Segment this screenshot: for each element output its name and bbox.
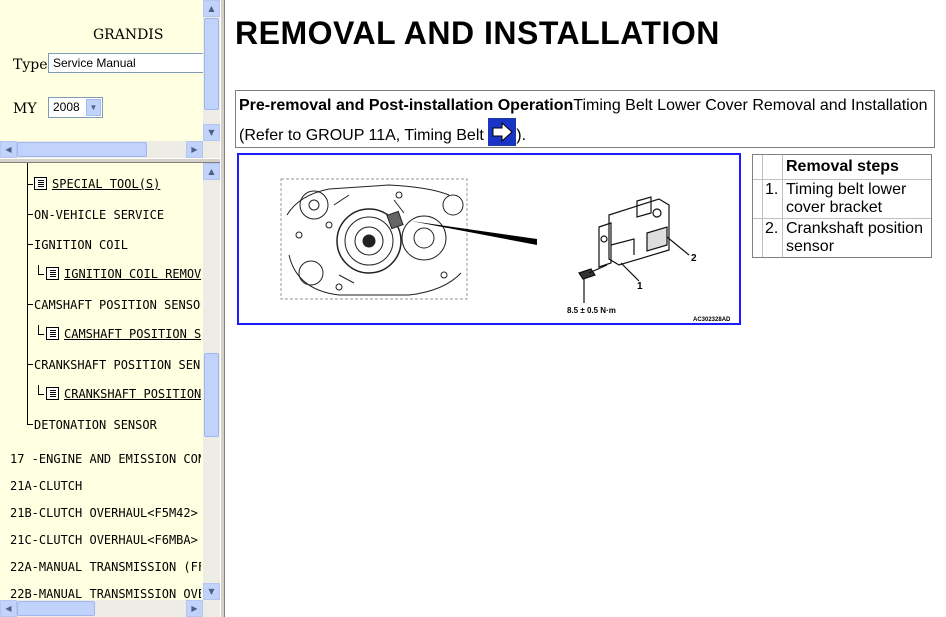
tree-item-ignition-coil-removal[interactable]: IGNITION COIL REMOVAL AND INSTALLATION bbox=[46, 267, 201, 281]
vertical-scrollbar[interactable]: ▲ ▼ bbox=[203, 0, 220, 141]
tree-item-crankshaft-position-sensor[interactable]: CRANKSHAFT POSITION SENSOR bbox=[34, 358, 201, 372]
step-text: Timing belt lower cover bracket bbox=[786, 181, 907, 216]
tree-connector bbox=[38, 325, 39, 334]
table-header-row: Removal steps bbox=[753, 155, 931, 179]
horizontal-scrollbar[interactable]: ◀ ▶ bbox=[0, 141, 203, 158]
pre-removal-text: Timing Belt Lower Cover Removal and Inst… bbox=[573, 97, 928, 114]
navigation-tree: SPECIAL TOOL(S) ON-VEHICLE SERVICE IGNIT… bbox=[0, 163, 220, 617]
tree-item-group-21a[interactable]: 21A-CLUTCH bbox=[10, 479, 82, 493]
selector-frame: GRANDIS Type Service Manual MY 2008 ▼ ▲ … bbox=[0, 0, 220, 158]
tree-connector bbox=[38, 385, 39, 394]
chevron-down-icon[interactable]: ▼ bbox=[86, 99, 101, 116]
type-field[interactable]: Service Manual bbox=[48, 53, 204, 73]
scroll-right-icon[interactable]: ▶ bbox=[186, 600, 203, 617]
tree-item-group-17[interactable]: 17 -ENGINE AND EMISSION CONTROL bbox=[10, 452, 201, 466]
tree-connector bbox=[27, 364, 33, 365]
callout-2: 2 bbox=[691, 253, 697, 264]
table-row: 2. Crankshaft position sensor bbox=[753, 218, 931, 257]
right-arrow-icon[interactable] bbox=[488, 118, 517, 146]
scroll-down-icon[interactable]: ▼ bbox=[203, 124, 220, 141]
scroll-corner bbox=[203, 141, 220, 158]
vertical-scrollbar[interactable]: ▲ ▼ bbox=[203, 163, 220, 600]
type-label: Type bbox=[13, 57, 48, 73]
model-year-value: 2008 bbox=[53, 100, 80, 114]
pre-removal-note: Pre-removal and Post-installation Operat… bbox=[235, 90, 935, 148]
model-name: GRANDIS bbox=[93, 27, 164, 43]
pre-removal-heading: Pre-removal and Post-installation Operat… bbox=[239, 97, 574, 114]
pre-removal-reference: (Refer to GROUP 11A, Timing Belt bbox=[239, 127, 484, 144]
tree-connector bbox=[27, 244, 33, 245]
tree-connector bbox=[27, 424, 33, 425]
removal-steps-table: Removal steps 1. Timing belt lower cover… bbox=[752, 154, 932, 258]
tree-connector bbox=[27, 163, 28, 425]
tree-connector bbox=[38, 394, 44, 395]
tree-item-on-vehicle-service[interactable]: ON-VEHICLE SERVICE bbox=[34, 208, 164, 222]
tree-connector bbox=[38, 265, 39, 274]
bracket-drawing bbox=[578, 196, 690, 303]
scroll-thumb[interactable] bbox=[17, 601, 95, 616]
scroll-up-icon[interactable]: ▲ bbox=[203, 0, 220, 17]
callout-1: 1 bbox=[637, 281, 643, 292]
scroll-up-icon[interactable]: ▲ bbox=[203, 163, 220, 180]
tree-item-group-22b[interactable]: 22B-MANUAL TRANSMISSION OVERHAUL bbox=[10, 587, 201, 600]
step-number: 1. bbox=[763, 180, 783, 218]
engine-drawing bbox=[280, 178, 468, 300]
table-header: Removal steps bbox=[786, 158, 899, 175]
scroll-down-icon[interactable]: ▼ bbox=[203, 583, 220, 600]
tree-item-special-tools[interactable]: SPECIAL TOOL(S) bbox=[34, 177, 160, 191]
tree-item-group-22a[interactable]: 22A-MANUAL TRANSMISSION (FF) bbox=[10, 560, 201, 574]
scroll-thumb[interactable] bbox=[204, 353, 219, 437]
tree-connector bbox=[38, 334, 44, 335]
scroll-left-icon[interactable]: ◀ bbox=[0, 141, 17, 158]
tree-item-camshaft-position-sensor-doc[interactable]: CAMSHAFT POSITION SENSOR bbox=[46, 327, 201, 341]
scroll-thumb[interactable] bbox=[204, 18, 219, 110]
document-icon bbox=[34, 177, 47, 190]
figure-code: AC302328AD bbox=[693, 317, 731, 323]
tree-item-detonation-sensor[interactable]: DETONATION SENSOR bbox=[34, 418, 157, 432]
document-icon bbox=[46, 267, 59, 280]
scroll-thumb[interactable] bbox=[17, 142, 147, 157]
scroll-right-icon[interactable]: ▶ bbox=[186, 141, 203, 158]
tree-connector bbox=[27, 184, 33, 185]
content-pane: REMOVAL AND INSTALLATION Pre-removal and… bbox=[225, 0, 946, 617]
scroll-corner bbox=[203, 600, 220, 617]
pre-removal-reference-end: ). bbox=[516, 127, 527, 144]
model-year-select[interactable]: 2008 ▼ bbox=[48, 97, 103, 118]
tree-connector bbox=[38, 274, 44, 275]
tree-connector bbox=[27, 214, 33, 215]
removal-illustration: 2 1 8.5 ± 0.5 N·m AC302328AD bbox=[237, 153, 741, 325]
torque-label: 8.5 ± 0.5 N·m bbox=[567, 306, 616, 315]
tree-item-ignition-coil[interactable]: IGNITION COIL bbox=[34, 238, 128, 252]
horizontal-scrollbar[interactable]: ◀ ▶ bbox=[0, 600, 203, 617]
tree-item-group-21b[interactable]: 21B-CLUTCH OVERHAUL<F5M42> bbox=[10, 506, 198, 520]
document-icon bbox=[46, 327, 59, 340]
table-row: 1. Timing belt lower cover bracket bbox=[753, 179, 931, 218]
page-title: REMOVAL AND INSTALLATION bbox=[235, 15, 720, 51]
tree-item-camshaft-position-sensor[interactable]: CAMSHAFT POSITION SENSOR bbox=[34, 298, 201, 312]
scroll-left-icon[interactable]: ◀ bbox=[0, 600, 17, 617]
document-icon bbox=[46, 387, 59, 400]
tree-item-crankshaft-position-sensor-doc[interactable]: CRANKSHAFT POSITION SENSOR bbox=[46, 387, 201, 401]
step-number: 2. bbox=[763, 219, 783, 257]
tree-connector bbox=[27, 304, 33, 305]
tree-item-group-21c[interactable]: 21C-CLUTCH OVERHAUL<F6MBA> bbox=[10, 533, 198, 547]
step-text: Crankshaft position sensor bbox=[786, 220, 923, 255]
my-label: MY bbox=[13, 101, 37, 117]
